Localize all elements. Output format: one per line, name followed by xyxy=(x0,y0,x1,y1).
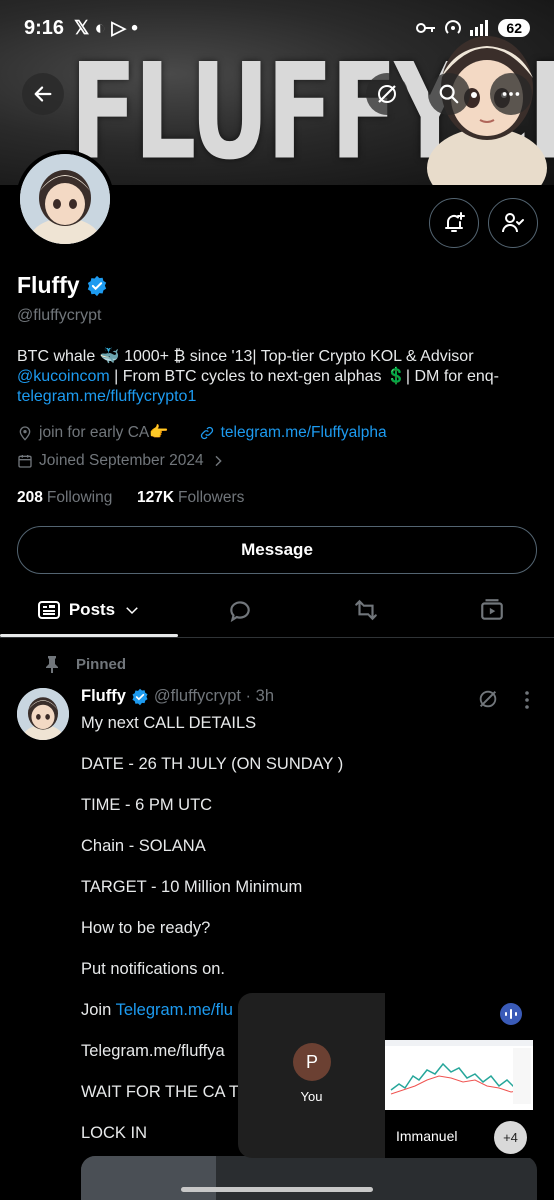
post-line-9: WAIT FOR THE CA T xyxy=(81,1083,239,1101)
post-line-2: DATE - 26 TH JULY (ON SUNDAY ) xyxy=(81,755,344,773)
media-thumb-left xyxy=(81,1156,216,1200)
following-button[interactable] xyxy=(488,198,538,248)
profile-handle: @fluffycrypt xyxy=(17,307,102,324)
profile-bio: BTC whale 🐳 1000+ ₿ since '13| Top-tier … xyxy=(17,347,537,407)
search-button[interactable] xyxy=(428,73,470,115)
bell-plus-icon xyxy=(445,212,465,232)
active-tab-indicator xyxy=(0,634,178,637)
followers-link[interactable]: 127K Followers xyxy=(137,489,244,506)
post-author-avatar[interactable] xyxy=(17,688,69,740)
bio-text-1: BTC whale 🐳 1000+ ₿ since '13| Top-tier … xyxy=(17,348,474,365)
followers-count: 127K xyxy=(136,489,175,506)
bio-text-2: | From BTC cycles to next-gen alphas 💲| … xyxy=(109,368,499,385)
more-horizontal-icon xyxy=(502,92,520,96)
battery-indicator: 62 xyxy=(498,19,530,37)
chevron-down-icon xyxy=(126,607,138,615)
post-telegram-link-2[interactable]: Telegram.me/fluffya xyxy=(81,1042,225,1061)
avatar-image xyxy=(17,688,69,740)
posts-icon xyxy=(37,601,60,619)
grok-icon[interactable] xyxy=(477,688,499,710)
video-media-icon xyxy=(481,599,503,620)
participant-name: Immanuel xyxy=(396,1128,458,1144)
post-line-5: TARGET - 10 Million Minimum xyxy=(81,878,303,896)
follow-counts: 208 Following 127K Followers xyxy=(17,489,244,507)
repost-icon xyxy=(355,599,377,621)
pinned-label: Pinned xyxy=(76,655,127,673)
bio-telegram-link[interactable]: telegram.me/fluffycrypto1 xyxy=(17,388,196,405)
verified-badge-icon xyxy=(87,275,106,296)
profile-website-link[interactable]: telegram.me/Fluffyalpha xyxy=(221,424,387,442)
following-label: Following xyxy=(46,489,113,506)
bio-mention-link[interactable]: @kucoincom xyxy=(17,368,110,385)
post-line-1: My next CALL DETAILS xyxy=(81,714,257,732)
pin-icon xyxy=(46,656,58,673)
notifications-subscribe-button[interactable] xyxy=(429,198,479,248)
post-telegram-link-1[interactable]: Telegram.me/flu xyxy=(116,1001,233,1019)
more-vertical-icon[interactable] xyxy=(518,690,536,710)
following-link[interactable]: 208 Following xyxy=(17,489,112,506)
post-line-7: Put notifications on. xyxy=(81,960,226,978)
tab-reposts[interactable] xyxy=(302,582,430,638)
avatar-image xyxy=(20,154,110,244)
home-gesture-bar[interactable] xyxy=(181,1187,373,1192)
profile-avatar[interactable] xyxy=(16,150,114,248)
self-avatar: P xyxy=(293,1043,331,1081)
followers-label: Followers xyxy=(178,489,245,506)
post-line-8-text: Join xyxy=(81,1001,116,1019)
post-header: Fluffy @fluffycrypt · 3h xyxy=(81,687,274,706)
calendar-icon xyxy=(18,455,32,468)
profile-tabs: Posts xyxy=(0,582,554,638)
profile-name-text: Fluffy xyxy=(17,272,80,298)
grok-icon xyxy=(378,85,396,103)
self-label: You xyxy=(300,1089,323,1104)
search-icon xyxy=(439,84,459,104)
post-author-name[interactable]: Fluffy xyxy=(81,687,126,706)
notification-icons: 𝕏 ◐ ▷ • xyxy=(74,17,138,39)
post-meta: @fluffycrypt · 3h xyxy=(153,687,274,705)
status-bar: 9:16 𝕏 ◐ ▷ • 62 xyxy=(0,0,554,56)
grok-button[interactable] xyxy=(366,73,408,115)
post-line-4: Chain - SOLANA xyxy=(81,837,206,855)
tab-posts-label: Posts xyxy=(68,600,116,619)
more-options-button[interactable] xyxy=(490,73,532,115)
profile-location: join for early CA👉 xyxy=(39,424,169,441)
profile-joined-date: Joined September 2024 xyxy=(39,452,204,469)
profile-meta-row: join for early CA👉 telegram.me/Fluffyalp… xyxy=(17,423,387,442)
signal-icon xyxy=(470,20,489,36)
chevron-right-icon xyxy=(215,455,222,467)
post-media-preview[interactable] xyxy=(81,1156,537,1200)
reply-bubble-icon xyxy=(230,601,250,623)
status-time: 9:16 xyxy=(24,16,65,39)
post-line-10: LOCK IN xyxy=(81,1124,148,1142)
screen-share-chart-image xyxy=(385,1040,533,1110)
key-icon xyxy=(416,23,436,33)
profile-name: Fluffy xyxy=(17,272,108,299)
post-line-8: Join Telegram.me/flu xyxy=(81,1001,233,1020)
more-participants-badge[interactable]: +4 xyxy=(494,1121,527,1154)
verified-badge-icon xyxy=(132,688,148,705)
link-icon xyxy=(200,426,213,439)
post-line-6: How to be ready? xyxy=(81,919,211,937)
message-button[interactable]: Message xyxy=(17,526,537,574)
post-line-3: TIME - 6 PM UTC xyxy=(81,796,213,814)
arrow-left-icon xyxy=(34,86,52,102)
tab-replies[interactable] xyxy=(178,582,302,638)
audio-activity-icon xyxy=(500,1003,522,1025)
user-check-icon xyxy=(502,213,524,233)
system-icons: 62 xyxy=(416,19,530,37)
location-pin-icon xyxy=(19,425,31,441)
hotspot-icon xyxy=(445,20,462,34)
following-count: 208 xyxy=(17,489,43,506)
pinned-indicator: Pinned xyxy=(44,655,126,673)
profile-joined-row[interactable]: Joined September 2024 xyxy=(17,452,226,470)
tab-media[interactable] xyxy=(430,582,554,638)
back-button[interactable] xyxy=(22,73,64,115)
tab-posts[interactable]: Posts xyxy=(0,582,178,638)
